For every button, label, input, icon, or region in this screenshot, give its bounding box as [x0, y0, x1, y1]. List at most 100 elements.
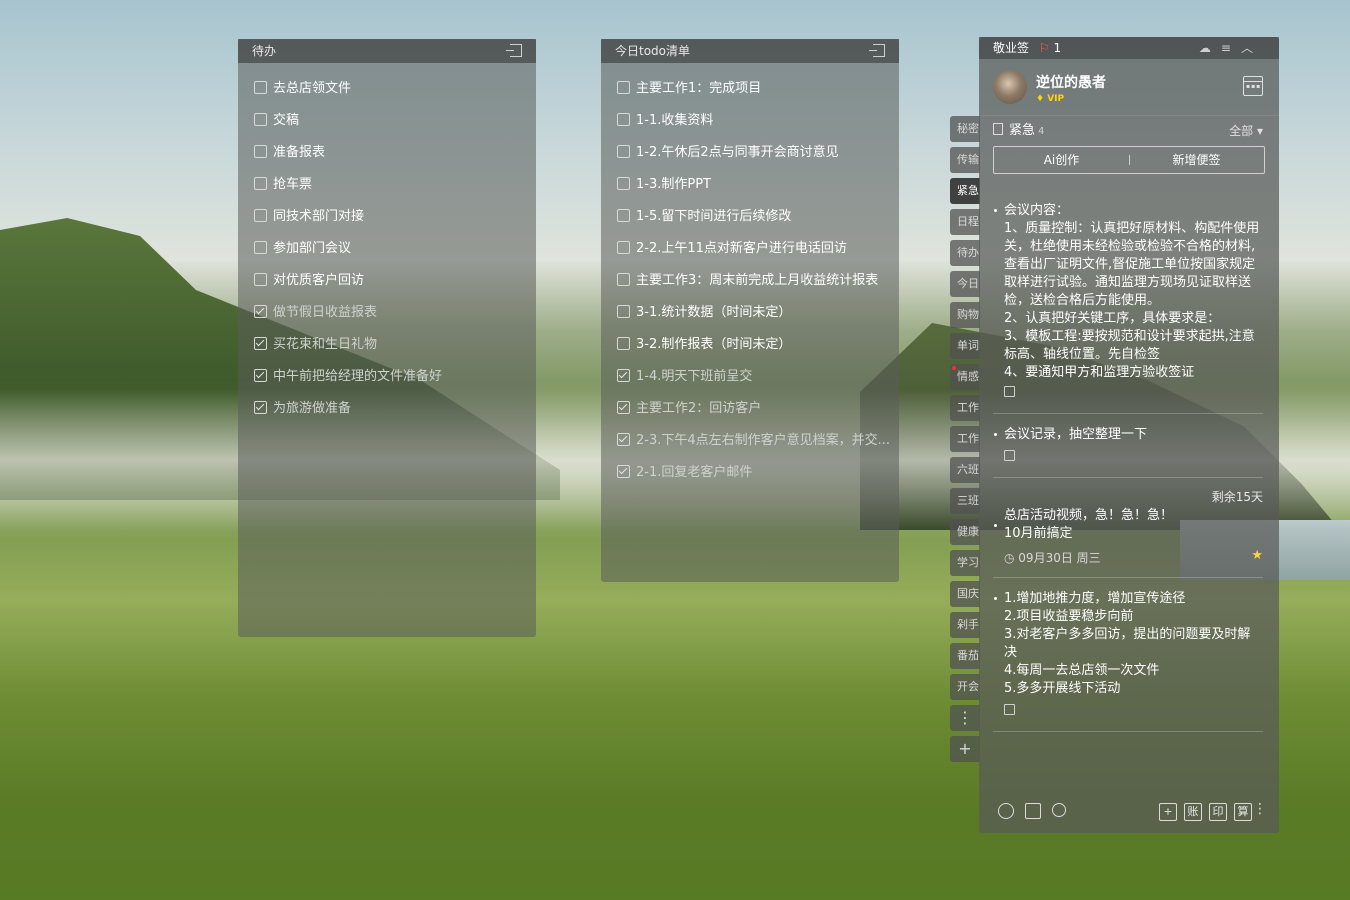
new-note-button[interactable]: 新增便签 [1129, 147, 1264, 173]
side-tab[interactable]: 开会 [950, 674, 980, 700]
side-tab[interactable]: 番茄 [950, 643, 980, 669]
side-tab[interactable]: 传输 [950, 147, 980, 173]
cloud-sync-icon[interactable]: ☁ [1199, 41, 1221, 55]
task-item[interactable]: 1-3.制作PPT [601, 169, 899, 201]
task-checkbox[interactable] [254, 209, 267, 222]
ai-create-button[interactable]: Ai创作 [994, 147, 1129, 173]
task-checkbox[interactable] [617, 145, 630, 158]
todo-panel-header[interactable]: 待办 [238, 39, 536, 63]
add-button[interactable]: + [1159, 803, 1177, 821]
task-checkbox[interactable] [617, 337, 630, 350]
note-panel-header[interactable]: 敬业签 ⚐ 1 ☁≡︿ [979, 37, 1279, 59]
task-checkbox[interactable] [617, 433, 630, 446]
task-checkbox[interactable] [617, 305, 630, 318]
task-item[interactable]: 主要工作1：完成项目 [601, 73, 899, 105]
task-checkbox[interactable] [254, 81, 267, 94]
side-tab[interactable]: 工作 [950, 395, 980, 421]
note-line: 2.项目收益要稳步向前 [1004, 609, 1134, 624]
side-tab[interactable]: 国庆 [950, 581, 980, 607]
task-checkbox[interactable] [254, 369, 267, 382]
task-item[interactable]: 1-2.午休后2点与同事开会商讨意见 [601, 137, 899, 169]
task-item[interactable]: 对优质客户回访 [238, 265, 536, 297]
task-item[interactable]: 2-1.回复老客户邮件 [601, 457, 899, 489]
user-name[interactable]: 逆位的愚者 [1036, 72, 1106, 92]
task-checkbox[interactable] [254, 337, 267, 350]
clock-icon[interactable] [998, 803, 1014, 819]
task-item[interactable]: 主要工作2：回访客户 [601, 393, 899, 425]
task-item[interactable]: 2-2.上午11点对新客户进行电话回访 [601, 233, 899, 265]
task-checkbox[interactable] [617, 465, 630, 478]
print-button[interactable]: 印 [1209, 803, 1227, 821]
task-label: 交稿 [273, 113, 300, 128]
task-item[interactable]: 参加部门会议 [238, 233, 536, 265]
task-item[interactable]: 准备报表 [238, 137, 536, 169]
filter-dropdown[interactable]: 全部 ▾ [1229, 116, 1263, 146]
reminder-icon[interactable]: ⚐ [1039, 37, 1050, 59]
task-checkbox[interactable] [617, 241, 630, 254]
task-checkbox[interactable] [254, 273, 267, 286]
task-checkbox[interactable] [617, 209, 630, 222]
task-label: 去总店领文件 [273, 81, 352, 96]
task-item[interactable]: 1-1.收集资料 [601, 105, 899, 137]
task-item[interactable]: 1-5.留下时间进行后续修改 [601, 201, 899, 233]
task-checkbox[interactable] [254, 145, 267, 158]
side-tab[interactable]: 情感 [950, 364, 980, 390]
star-icon[interactable]: ★ [1251, 547, 1263, 565]
task-item[interactable]: 同技术部门对接 [238, 201, 536, 233]
more-icon[interactable]: ⋮ [1253, 801, 1267, 817]
menu-icon[interactable]: ≡ [1221, 41, 1241, 55]
side-tab[interactable]: 待办 [950, 240, 980, 266]
side-tab[interactable]: 今日 [950, 271, 980, 297]
side-tab[interactable]: 单词 [950, 333, 980, 359]
more-tabs-button[interactable]: ⋮ [950, 705, 980, 731]
task-item[interactable]: 交稿 [238, 105, 536, 137]
detach-icon[interactable] [869, 44, 885, 57]
task-checkbox[interactable] [617, 401, 630, 414]
checklist-icon[interactable] [1025, 803, 1041, 819]
search-icon[interactable] [1052, 803, 1066, 817]
note-item[interactable]: 会议内容： 1、质量控制：认真把好原材料、构配件使用关，杜绝使用未经检验或检验不合… [993, 190, 1263, 414]
side-tab[interactable]: 六班 [950, 457, 980, 483]
task-checkbox[interactable] [617, 369, 630, 382]
task-item[interactable]: 3-1.统计数据（时间未定） [601, 297, 899, 329]
side-tab[interactable]: 日程 [950, 209, 980, 235]
task-item[interactable]: 做节假日收益报表 [238, 297, 536, 329]
task-item[interactable]: 抢车票 [238, 169, 536, 201]
calendar-icon[interactable] [1243, 76, 1263, 96]
add-tab-button[interactable]: + [950, 736, 980, 762]
task-checkbox[interactable] [617, 81, 630, 94]
side-tab[interactable]: 工作 [950, 426, 980, 452]
calc-button[interactable]: 算 [1234, 803, 1252, 821]
task-checkbox[interactable] [254, 113, 267, 126]
today-panel-header[interactable]: 今日todo清单 [601, 39, 899, 63]
side-tab[interactable]: 秘密 [950, 116, 980, 142]
task-checkbox[interactable] [254, 401, 267, 414]
task-checkbox[interactable] [617, 113, 630, 126]
task-checkbox[interactable] [254, 305, 267, 318]
task-item[interactable]: 2-3.下午4点左右制作客户意见档案，并交... [601, 425, 899, 457]
side-tab[interactable]: 学习 [950, 550, 980, 576]
task-item[interactable]: 3-2.制作报表（时间未定） [601, 329, 899, 361]
note-item[interactable]: 会议记录，抽空整理一下 [993, 414, 1263, 478]
detach-icon[interactable] [506, 44, 522, 57]
note-item[interactable]: 总店活动视频，急！急！急！ 10月前搞定 ◷ 09月30日 周三 ★ [993, 505, 1263, 578]
side-tab[interactable]: 健康 [950, 519, 980, 545]
task-item[interactable]: 去总店领文件 [238, 73, 536, 105]
account-button[interactable]: 账 [1184, 803, 1202, 821]
collapse-icon[interactable]: ︿ [1241, 41, 1263, 55]
side-tab[interactable]: 紧急 [950, 178, 980, 204]
note-item[interactable]: 1.增加地推力度，增加宣传途径 2.项目收益要稳步向前 3.对老客户多多回访，提出的… [993, 578, 1263, 732]
task-checkbox[interactable] [254, 241, 267, 254]
task-item[interactable]: 中午前把给经理的文件准备好 [238, 361, 536, 393]
avatar[interactable] [993, 70, 1027, 104]
side-tab[interactable]: 剁手 [950, 612, 980, 638]
task-item[interactable]: 为旅游做准备 [238, 393, 536, 425]
task-item[interactable]: 主要工作3：周末前完成上月收益统计报表 [601, 265, 899, 297]
task-item[interactable]: 买花束和生日礼物 [238, 329, 536, 361]
task-checkbox[interactable] [617, 177, 630, 190]
side-tab[interactable]: 购物 [950, 302, 980, 328]
task-checkbox[interactable] [254, 177, 267, 190]
task-checkbox[interactable] [617, 273, 630, 286]
task-item[interactable]: 1-4.明天下班前呈交 [601, 361, 899, 393]
side-tab[interactable]: 三班 [950, 488, 980, 514]
